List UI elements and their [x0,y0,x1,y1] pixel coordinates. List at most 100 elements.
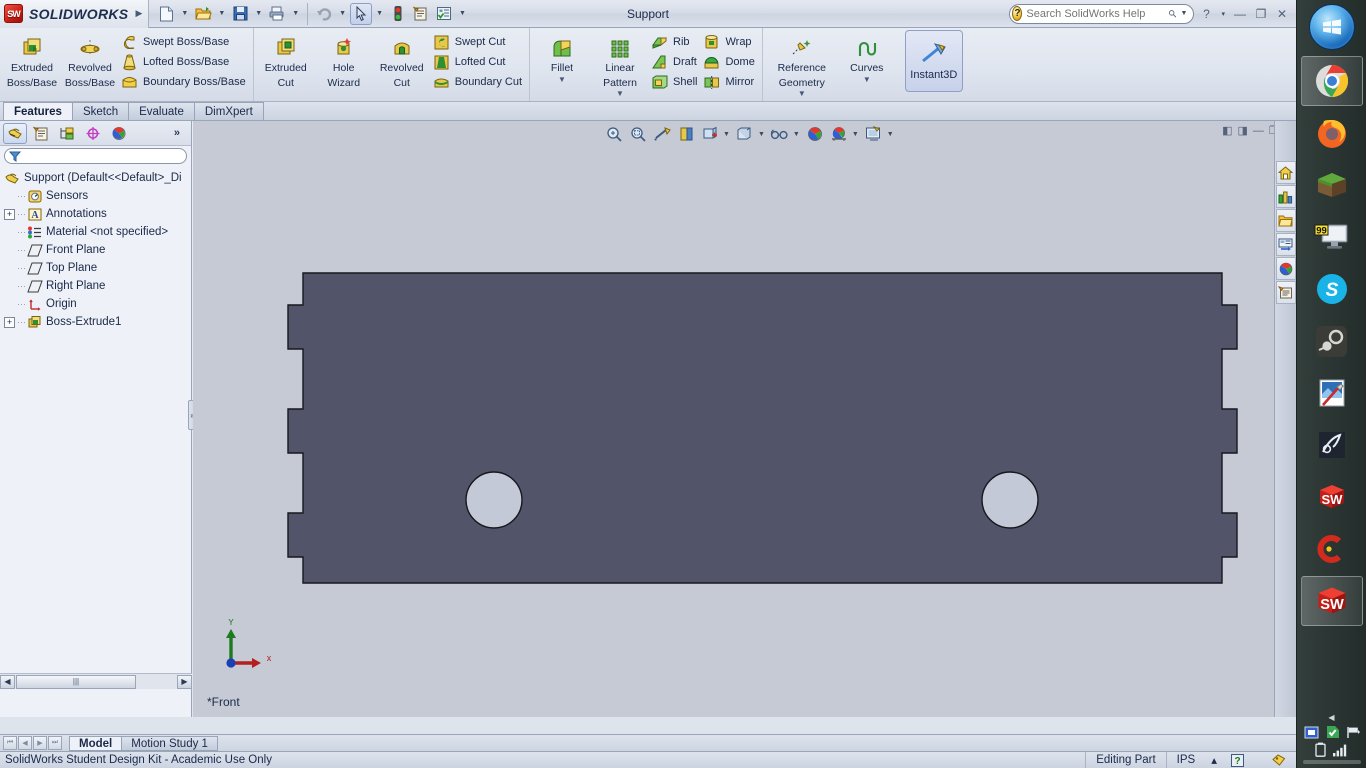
configuration-manager-tab[interactable] [55,123,79,144]
solidworks-logo[interactable]: SW SOLIDWORKS ▶ [0,0,150,28]
print-document-caret-icon[interactable]: ▼ [289,10,302,17]
tree-item-right-plane[interactable]: ⋯ Right Plane [4,277,191,295]
new-document-caret-icon[interactable]: ▼ [178,10,191,17]
boundary-boss-base-button[interactable]: Boundary Boss/Base [119,72,250,92]
reference-geometry-dropdown-caret-icon[interactable]: ▼ [798,89,806,99]
reference-geometry-button[interactable]: Reference Geometry ▼ [766,30,838,99]
undo-caret-icon[interactable]: ▼ [336,10,349,17]
tree-item-origin[interactable]: ⋯ Origin [4,295,191,313]
tag-icon[interactable] [1252,752,1296,768]
units-label[interactable]: IPS [1165,751,1206,768]
flag-icon[interactable] [1346,726,1360,739]
fillet-dropdown-caret-icon[interactable]: ▼ [558,75,566,85]
support-plate-model[interactable] [193,121,1296,717]
next-tab-button[interactable]: ▶ [33,736,47,750]
display-manager-tab[interactable] [107,123,131,144]
previous-tab-button[interactable]: ◀ [18,736,32,750]
taskbar-firefox[interactable] [1301,108,1363,158]
linear-pattern-dropdown-caret-icon[interactable]: ▼ [616,89,624,99]
rebuild-button[interactable] [387,3,409,25]
wrap-button[interactable]: Wrap [701,32,758,52]
tab-sketch[interactable]: Sketch [71,102,130,120]
scroll-right-arrow-icon[interactable]: ▶ [177,674,192,689]
select-tool-button[interactable] [350,2,373,25]
battery-icon[interactable] [1315,742,1326,757]
network-bars-icon[interactable] [1332,743,1348,757]
file-properties-button[interactable] [410,3,432,25]
tree-filter-input[interactable] [4,148,187,164]
search-caret-icon[interactable]: ▼ [1178,10,1191,17]
tree-item-material[interactable]: ⋯ Material <not specified> [4,223,191,241]
curves-dropdown-caret-icon[interactable]: ▼ [863,75,871,85]
lofted-cut-button[interactable]: Lofted Cut [431,52,526,72]
design-library-button[interactable] [1275,185,1296,208]
feature-manager-more-button[interactable]: » [174,127,188,139]
solidworks-resources-button[interactable] [1275,161,1296,184]
tree-item-boss-extrude1[interactable]: + ⋯ Boss-Extrude1 [4,313,191,331]
start-orb-button[interactable] [1308,4,1355,50]
tree-item-support[interactable]: Support (Default<<Default>_Di [4,169,191,187]
tree-expander-plus-icon[interactable]: + [4,208,15,220]
tree-item-top-plane[interactable]: ⋯ Top Plane [4,259,191,277]
taskbar-cdot[interactable] [1301,524,1363,574]
open-document-caret-icon[interactable]: ▼ [215,10,228,17]
tab-motion-study-1[interactable]: Motion Study 1 [121,735,218,751]
first-tab-button[interactable]: ⏮ [3,736,17,750]
graphics-viewport[interactable]: ▼ ▼ ▼ ▼ ▼ ◧ ◨ — Y x *Front [193,121,1296,717]
restore-button[interactable]: ❐ [1252,5,1270,23]
display-tray-icon[interactable] [1304,726,1319,739]
security-shield-icon[interactable] [1325,725,1340,739]
taskbar-solidworks-1[interactable]: SW [1301,472,1363,522]
options-button[interactable] [433,3,455,25]
extruded-cut-button[interactable]: Extruded Cut [257,30,315,89]
swept-boss-base-button[interactable]: Swept Boss/Base [119,32,250,52]
feature-tree-horizontal-scrollbar[interactable]: ◀ ||| ▶ [0,673,192,689]
print-document-button[interactable] [266,3,288,25]
fillet-button[interactable]: Fillet ▼ [533,30,591,85]
appearances-scenes-button[interactable] [1275,257,1296,280]
instant3d-button[interactable]: Instant3D [904,30,963,92]
help-caret-icon[interactable]: ▾ [1218,10,1228,18]
lofted-boss-base-button[interactable]: Lofted Boss/Base [119,52,250,72]
tab-model[interactable]: Model [69,735,123,751]
tree-item-front-plane[interactable]: ⋯ Front Plane [4,241,191,259]
close-button[interactable]: ✕ [1273,5,1291,23]
search-input[interactable] [1022,7,1169,20]
tree-item-sensors[interactable]: ⋯ Sensors [4,187,191,205]
boundary-cut-button[interactable]: Boundary Cut [431,72,526,92]
mirror-button[interactable]: Mirror [701,72,758,92]
save-document-button[interactable] [229,3,251,25]
taskbar-skype[interactable]: S [1301,264,1363,314]
draft-button[interactable]: Draft [649,52,701,72]
units-caret-icon[interactable]: ▴ [1205,752,1223,768]
rib-button[interactable]: Rib [649,32,701,52]
scroll-left-arrow-icon[interactable]: ◀ [0,674,15,689]
tab-dimxpert[interactable]: DimXpert [193,102,264,120]
custom-properties-button[interactable] [1275,281,1296,304]
tree-expander-plus-icon[interactable]: + [4,316,15,328]
search-pane-button[interactable] [1275,233,1296,256]
tray-expand-row[interactable]: ◀ [1297,713,1366,722]
help-button[interactable]: ? [1197,5,1215,23]
dome-button[interactable]: Dome [701,52,758,72]
taskbar-clock-strip[interactable] [1302,760,1361,764]
taskbar-steam[interactable] [1301,316,1363,366]
last-tab-button[interactable]: ⏭ [48,736,62,750]
taskbar-chrome[interactable] [1300,56,1363,106]
taskbar-paint[interactable] [1301,368,1363,418]
help-search-box[interactable]: ? ▼ [1009,3,1195,24]
undo-button[interactable] [313,3,335,25]
extruded-boss-base-button[interactable]: Extruded Boss/Base [3,30,61,89]
new-document-button[interactable] [155,3,177,25]
property-manager-tab[interactable] [29,123,53,144]
curves-button[interactable]: Curves ▼ [838,30,896,85]
scroll-thumb[interactable]: ||| [16,674,136,689]
tab-evaluate[interactable]: Evaluate [128,102,195,120]
revolved-cut-button[interactable]: Revolved Cut [373,30,431,89]
minimize-button[interactable]: — [1231,5,1249,23]
menu-expand-chevron-right-icon[interactable]: ▶ [135,8,142,19]
shell-button[interactable]: Shell [649,72,701,92]
tree-item-annotations[interactable]: + ⋯ A Annotations [4,205,191,223]
open-document-button[interactable] [192,3,214,25]
file-explorer-button[interactable] [1275,209,1296,232]
